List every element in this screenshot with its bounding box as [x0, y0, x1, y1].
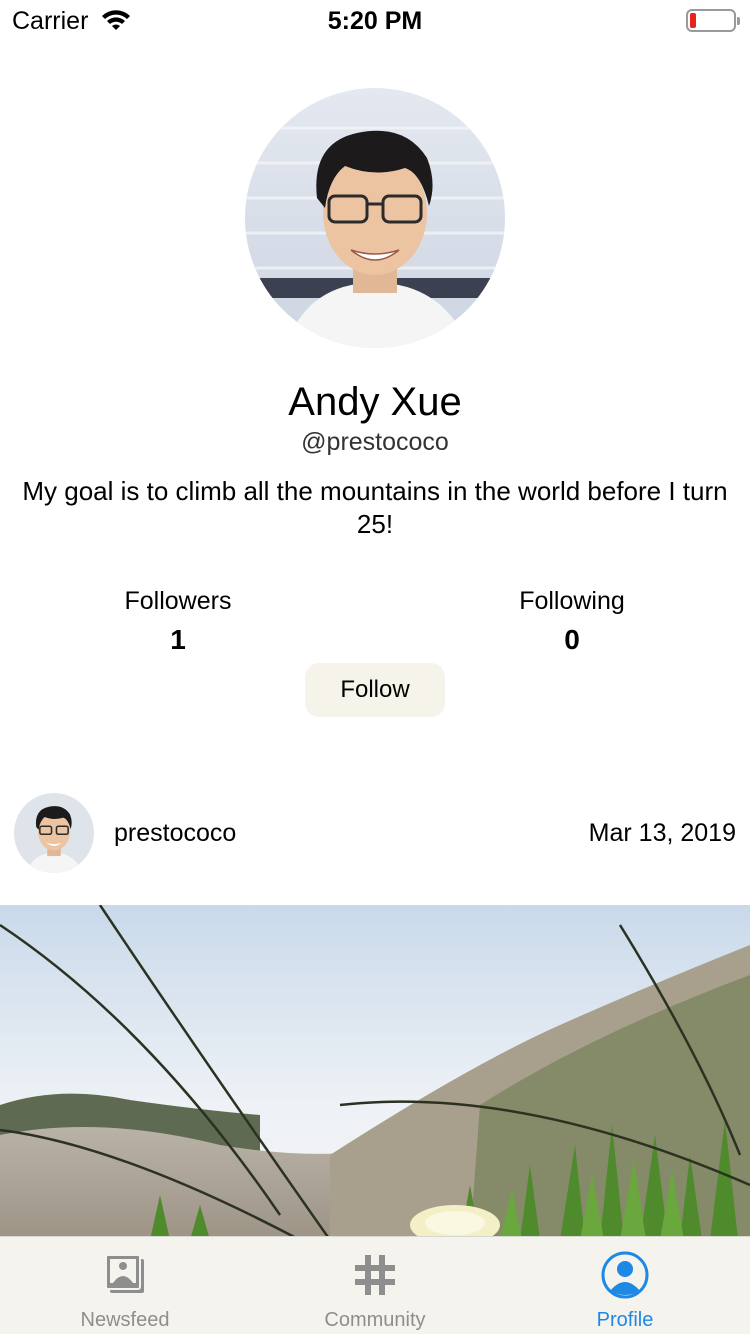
tab-label: Community: [324, 1309, 426, 1331]
profile-handle: @prestococo: [301, 428, 449, 456]
tab-profile[interactable]: Profile: [500, 1237, 750, 1334]
person-icon: [601, 1251, 649, 1299]
battery-level: [690, 13, 696, 28]
battery-icon: [686, 9, 740, 32]
follow-button[interactable]: Follow: [305, 663, 445, 717]
status-time: 5:20 PM: [327, 7, 423, 35]
profile-name: Andy Xue: [288, 380, 462, 424]
tab-newsfeed[interactable]: Newsfeed: [0, 1237, 250, 1334]
photos-icon: [105, 1254, 144, 1293]
tab-label: Profile: [596, 1309, 654, 1331]
followers-label[interactable]: Followers: [78, 587, 278, 616]
post-date: Mar 13, 2019: [588, 819, 736, 847]
status-bar: Carrier 5:20 PM: [0, 0, 750, 40]
tab-label: Newsfeed: [80, 1309, 170, 1331]
following-count[interactable]: 0: [472, 624, 672, 656]
post-username[interactable]: prestococo: [114, 819, 236, 848]
post-image[interactable]: [0, 905, 750, 1240]
tab-community[interactable]: Community: [250, 1237, 500, 1334]
tab-bar: Newsfeed Community Profile: [0, 1236, 750, 1334]
following-label[interactable]: Following: [472, 587, 672, 616]
hashtag-icon: [355, 1255, 395, 1295]
profile-avatar: [245, 88, 505, 348]
profile-bio: My goal is to climb all the mountains in…: [22, 476, 728, 539]
post-author-avatar[interactable]: [14, 793, 94, 873]
followers-count[interactable]: 1: [78, 624, 278, 656]
